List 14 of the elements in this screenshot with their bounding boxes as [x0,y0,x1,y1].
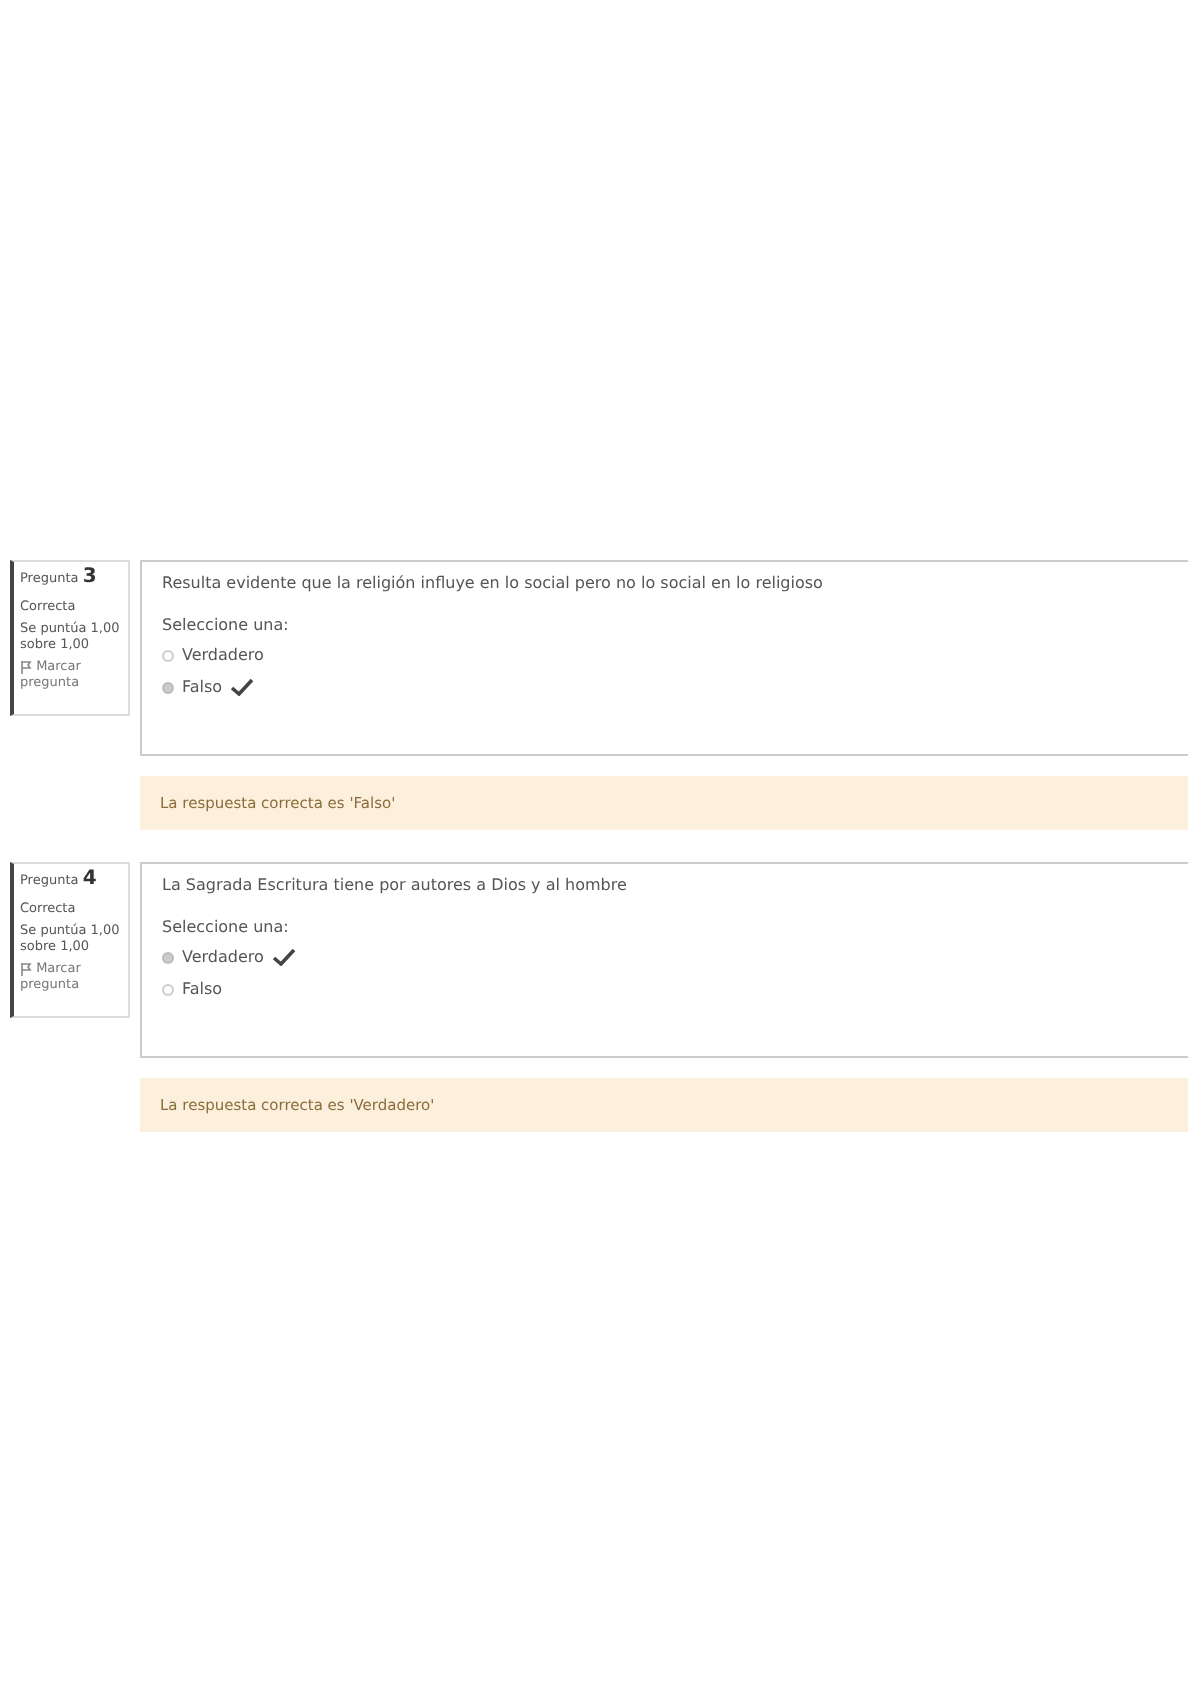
radio-button[interactable] [162,983,174,995]
answer-prompt: Seleccione una: [162,918,291,936]
radio-button[interactable] [162,681,174,693]
radio-button[interactable] [162,951,174,963]
flag-icon [20,961,32,976]
radio-button[interactable] [162,649,174,661]
answer-option[interactable]: Falso [182,980,223,998]
flag-icon [20,659,32,674]
answer-option[interactable]: Verdadero [182,948,264,966]
question-text: Resulta evidente que la religión influye en lo social pero no lo social en lo religioso [162,574,825,592]
answer-option[interactable]: Falso [182,678,223,696]
answer-prompt: Seleccione una: [162,616,291,634]
question-text: La Sagrada Escritura tiene por autores a Dios y al hombre [162,876,629,894]
answer-option[interactable]: Verdadero [182,646,264,664]
